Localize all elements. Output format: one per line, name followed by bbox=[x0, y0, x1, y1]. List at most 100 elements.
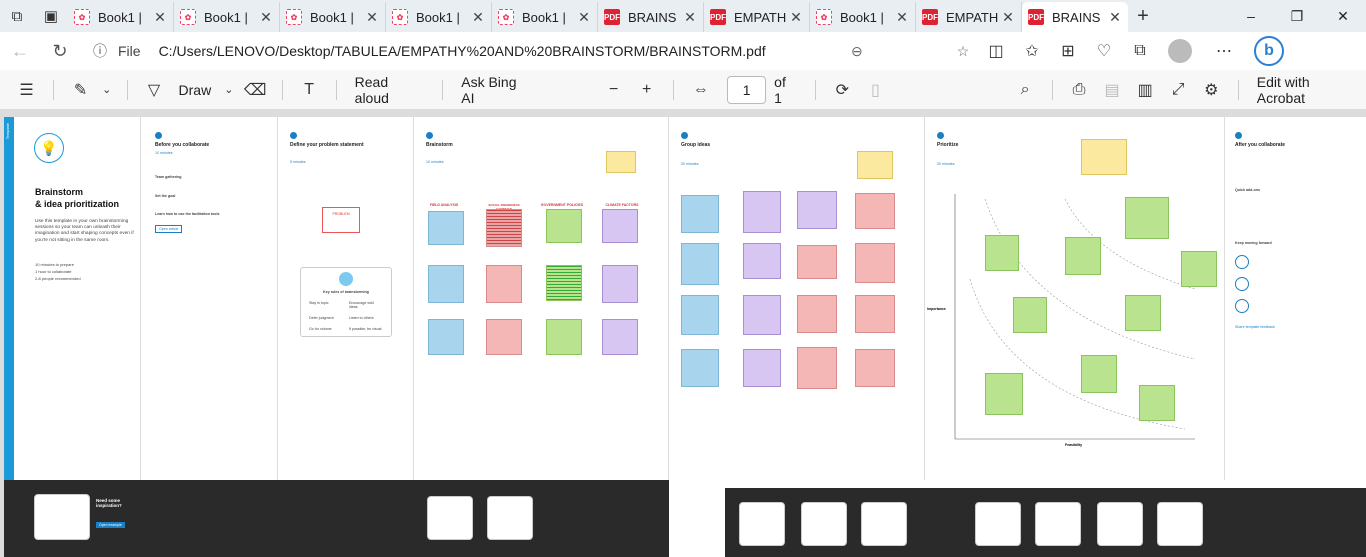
close-tab-icon[interactable]: ✕ bbox=[365, 9, 379, 26]
close-tab-icon[interactable]: ✕ bbox=[153, 9, 167, 26]
sticky-note[interactable] bbox=[855, 243, 895, 283]
print-icon[interactable]: ⎙ bbox=[1063, 81, 1096, 99]
sticky-note[interactable] bbox=[855, 295, 895, 333]
sticky-note[interactable] bbox=[546, 319, 582, 355]
sticky-note[interactable] bbox=[681, 195, 719, 233]
share-feedback-link[interactable]: Share template feedback bbox=[1235, 325, 1355, 329]
example-thumbnail[interactable] bbox=[34, 494, 90, 540]
browser-tab[interactable]: ✿ Book1 | ✕ bbox=[810, 2, 916, 32]
sticky-note[interactable] bbox=[1125, 295, 1161, 331]
settings-gear-icon[interactable]: ⚙ bbox=[1195, 80, 1228, 100]
sticky-note[interactable] bbox=[743, 191, 781, 233]
restore-icon[interactable]: ❐ bbox=[1274, 0, 1320, 32]
url-text[interactable]: C:/Users/LENOVO/Desktop/TABULEA/EMPATHY%… bbox=[159, 43, 766, 59]
fullscreen-icon[interactable]: ⤢ bbox=[1162, 81, 1195, 99]
split-screen-icon[interactable]: ◫ bbox=[978, 41, 1014, 61]
refresh-icon[interactable]: ↻ bbox=[40, 41, 80, 62]
workspaces-icon[interactable]: ⧉ bbox=[0, 0, 34, 32]
eraser-icon[interactable]: ⌫ bbox=[239, 80, 272, 100]
bing-copilot-icon[interactable]: b bbox=[1254, 36, 1284, 66]
tab-actions-icon[interactable]: ▣ bbox=[34, 0, 68, 32]
close-tab-icon[interactable]: ✕ bbox=[895, 9, 909, 26]
chevron-down-icon[interactable]: ⌄ bbox=[97, 83, 116, 96]
sticky-note[interactable] bbox=[428, 211, 464, 245]
collections-icon[interactable]: ⊞ bbox=[1050, 41, 1086, 61]
sticky-note[interactable] bbox=[1181, 251, 1217, 287]
sticky-note[interactable] bbox=[602, 265, 638, 303]
sticky-note[interactable] bbox=[681, 243, 719, 285]
close-tab-icon[interactable]: ✕ bbox=[471, 9, 485, 26]
ask-bing-button[interactable]: Ask Bing AI bbox=[461, 74, 531, 106]
read-aloud-button[interactable]: Read aloud bbox=[355, 74, 425, 106]
sticky-note[interactable] bbox=[486, 319, 522, 355]
sticky-note[interactable] bbox=[743, 295, 781, 335]
zoom-icon[interactable]: ⊖ bbox=[842, 43, 872, 60]
sticky-note[interactable] bbox=[428, 265, 464, 303]
add-text-icon[interactable]: T bbox=[293, 81, 326, 99]
sticky-note[interactable] bbox=[602, 319, 638, 355]
open-article-button[interactable]: Open article bbox=[155, 225, 183, 234]
close-tab-icon[interactable]: ✕ bbox=[1001, 9, 1015, 26]
new-tab-button[interactable]: + bbox=[1128, 5, 1158, 28]
sticky-note[interactable] bbox=[855, 349, 895, 387]
close-tab-icon[interactable]: ✕ bbox=[683, 9, 697, 26]
browser-tab[interactable]: ✿ Book1 | ✕ bbox=[386, 2, 492, 32]
sticky-note[interactable] bbox=[1125, 197, 1169, 239]
sticky-note[interactable] bbox=[1065, 237, 1101, 275]
close-tab-icon[interactable]: ✕ bbox=[789, 9, 803, 26]
edit-with-acrobat-button[interactable]: Edit with Acrobat bbox=[1257, 74, 1358, 106]
browser-tab[interactable]: PDF BRAINS ✕ bbox=[1022, 2, 1128, 32]
contents-icon[interactable]: ☰ bbox=[10, 80, 43, 100]
info-icon[interactable]: ⓘ bbox=[88, 41, 112, 61]
sticky-note[interactable] bbox=[1013, 297, 1047, 333]
search-icon[interactable]: ⌕ bbox=[1009, 81, 1042, 99]
close-tab-icon[interactable]: ✕ bbox=[1108, 9, 1122, 26]
minimize-icon[interactable]: – bbox=[1228, 0, 1274, 32]
close-window-icon[interactable]: ✕ bbox=[1320, 0, 1366, 32]
browser-essentials-icon[interactable]: ♡ bbox=[1086, 41, 1122, 61]
profile-avatar[interactable] bbox=[1168, 39, 1192, 63]
page-view-icon[interactable]: ▯ bbox=[859, 80, 892, 100]
sticky-note[interactable] bbox=[546, 209, 582, 243]
browser-tab[interactable]: PDF EMPATH ✕ bbox=[916, 2, 1022, 32]
browser-tab[interactable]: PDF BRAINS ✕ bbox=[598, 2, 704, 32]
save-icon[interactable]: ▤ bbox=[1096, 80, 1129, 100]
sticky-note[interactable] bbox=[1139, 385, 1175, 421]
sticky-note[interactable] bbox=[985, 373, 1023, 415]
browser-tab[interactable]: ✿ Book1 | ✕ bbox=[492, 2, 598, 32]
open-example-button[interactable]: Open example bbox=[96, 522, 125, 528]
favorite-star-icon[interactable]: ☆ bbox=[948, 43, 978, 60]
draw-icon[interactable]: ▽ bbox=[137, 80, 170, 100]
chevron-down-icon[interactable]: ⌄ bbox=[219, 83, 238, 96]
fit-page-icon[interactable]: ⇔ bbox=[684, 81, 717, 99]
sticky-note[interactable] bbox=[797, 295, 837, 333]
sticky-note[interactable] bbox=[486, 209, 522, 247]
sticky-note[interactable] bbox=[428, 319, 464, 355]
sticky-note[interactable] bbox=[546, 265, 582, 301]
page-number-input[interactable]: 1 bbox=[727, 75, 767, 104]
draw-button[interactable]: Draw bbox=[179, 82, 212, 98]
back-icon[interactable]: ← bbox=[0, 41, 40, 62]
close-tab-icon[interactable]: ✕ bbox=[577, 9, 591, 26]
zoom-in-icon[interactable]: + bbox=[630, 81, 663, 99]
sticky-note[interactable] bbox=[681, 295, 719, 335]
save-as-icon[interactable]: ▥ bbox=[1129, 80, 1162, 100]
zoom-out-icon[interactable]: − bbox=[597, 81, 630, 99]
favorites-icon[interactable]: ✩ bbox=[1014, 41, 1050, 61]
sticky-note[interactable] bbox=[797, 245, 837, 279]
more-options-icon[interactable]: ⋯ bbox=[1206, 41, 1242, 61]
sticky-note[interactable] bbox=[985, 235, 1019, 271]
highlight-icon[interactable]: ✎ bbox=[64, 80, 97, 100]
address-bar[interactable]: ⓘ File C:/Users/LENOVO/Desktop/TABULEA/E… bbox=[88, 36, 978, 66]
sticky-note[interactable] bbox=[602, 209, 638, 243]
rotate-icon[interactable]: ⟳ bbox=[826, 80, 859, 100]
close-tab-icon[interactable]: ✕ bbox=[259, 9, 273, 26]
sticky-note[interactable] bbox=[743, 349, 781, 387]
screenshot-icon[interactable]: ⧉ bbox=[1122, 42, 1158, 60]
sticky-note[interactable] bbox=[681, 349, 719, 387]
sticky-note[interactable] bbox=[1081, 355, 1117, 393]
sticky-note[interactable] bbox=[797, 347, 837, 389]
browser-tab[interactable]: PDF EMPATH ✕ bbox=[704, 2, 810, 32]
browser-tab[interactable]: ✿ Book1 | ✕ bbox=[174, 2, 280, 32]
sticky-note[interactable] bbox=[486, 265, 522, 303]
